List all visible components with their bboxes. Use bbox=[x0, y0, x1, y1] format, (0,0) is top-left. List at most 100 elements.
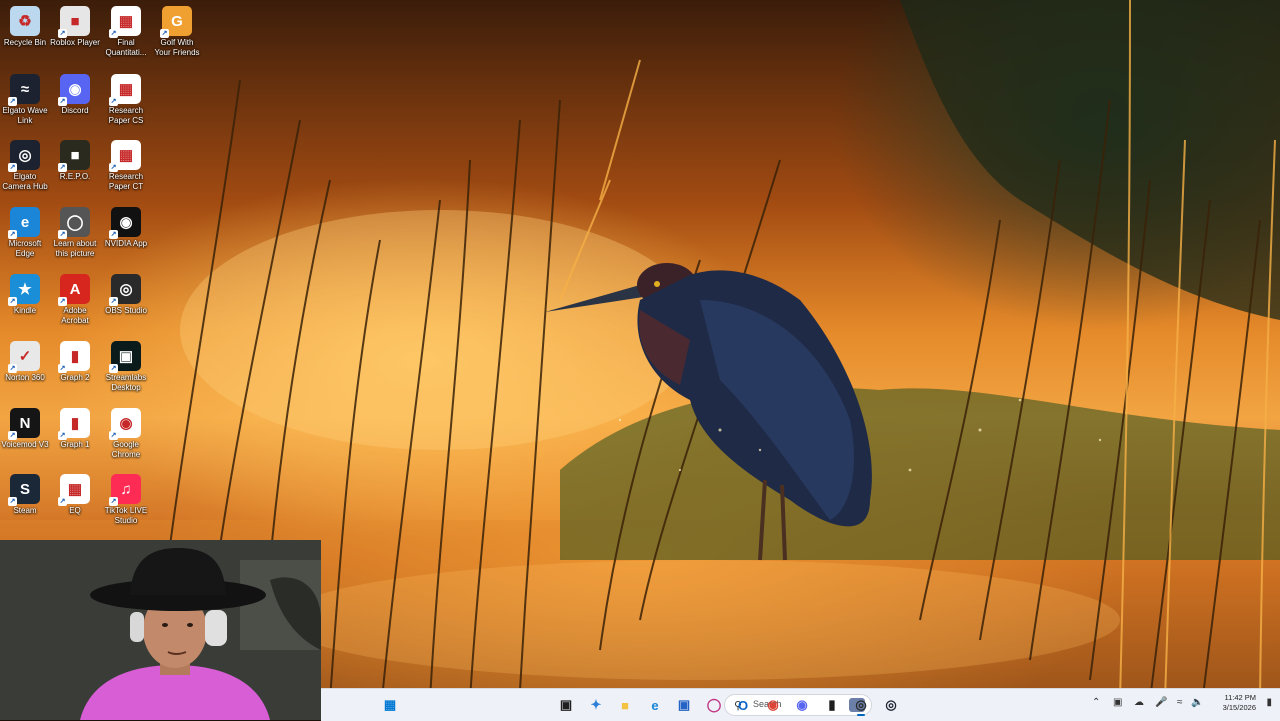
shortcut-arrow-icon: ↗ bbox=[109, 230, 118, 239]
desktop-icon-label: Learn about this picture bbox=[53, 239, 97, 258]
obs-button[interactable]: ◎ bbox=[849, 693, 873, 717]
task-view-button[interactable]: ▣ bbox=[554, 693, 578, 717]
shortcut-arrow-icon: ↗ bbox=[8, 297, 17, 306]
desktop-icon-item[interactable]: e ↗ Microsoft Edge bbox=[0, 203, 50, 259]
store-button[interactable]: ▣ bbox=[672, 693, 696, 717]
desktop-icon-label: Google Chrome bbox=[111, 440, 141, 459]
desktop-icon-item[interactable]: ▦ ↗ EQ bbox=[50, 470, 100, 516]
shortcut-arrow-icon: ↗ bbox=[109, 431, 118, 440]
webcam-overlay bbox=[0, 540, 321, 720]
desktop-icon-label: Graph 1 bbox=[60, 440, 90, 449]
shortcut-arrow-icon: ↗ bbox=[8, 431, 17, 440]
desktop-icon-item[interactable]: ◯ ↗ Learn about this picture bbox=[50, 203, 100, 259]
camera-hub-icon: ◎ ↗ bbox=[8, 140, 40, 172]
folder-icon: ■ bbox=[621, 697, 629, 713]
steam-icon: S ↗ bbox=[8, 474, 40, 506]
desktop-icon-item[interactable]: ▦ ↗ Research Paper CS bbox=[101, 70, 151, 126]
desktop-icon-item[interactable]: ♫ ↗ TikTok LIVE Studio bbox=[101, 470, 151, 526]
terminal-button[interactable]: ▮ bbox=[820, 693, 844, 717]
desktop-icon-label: Graph 2 bbox=[60, 373, 90, 382]
camera-hub-button[interactable]: ◎ bbox=[879, 693, 903, 717]
desktop-icon-label: OBS Studio bbox=[105, 306, 147, 315]
desktop-icon-item[interactable]: ★ ↗ Kindle bbox=[0, 270, 50, 316]
desktop-icon-item[interactable]: ▦ ↗ Research Paper CT bbox=[101, 136, 151, 192]
chrome-button[interactable]: ◉ bbox=[761, 693, 785, 717]
pdf-document-icon: ▦ ↗ bbox=[109, 140, 141, 172]
instagram-button[interactable]: ◯ bbox=[702, 693, 726, 717]
desktop-icon-item[interactable]: ▣ ↗ Streamlabs Desktop bbox=[101, 337, 151, 393]
discord-icon: ◉ bbox=[796, 697, 808, 712]
learn-picture-icon: ◯ ↗ bbox=[58, 207, 90, 239]
desktop-icon-item[interactable]: ◉ ↗ Google Chrome bbox=[101, 404, 151, 460]
desktop-icon-item[interactable]: ▦ ↗ Final Quantitati... bbox=[101, 2, 151, 58]
desktop-icon-item[interactable]: ■ ↗ Roblox Player bbox=[50, 2, 100, 48]
shortcut-arrow-icon: ↗ bbox=[8, 497, 17, 506]
desktop-icon-item[interactable]: ▮ ↗ Graph 2 bbox=[50, 337, 100, 383]
start-button[interactable]: ▦ bbox=[378, 693, 402, 717]
desktop-icon-item[interactable]: ◉ ↗ Discord bbox=[50, 70, 100, 116]
desktop-icon-item[interactable]: ■ ↗ R.E.P.O. bbox=[50, 136, 100, 182]
desktop-icon-label: Kindle bbox=[13, 306, 37, 315]
taskbar-clock[interactable]: 11:42 PM 3/15/2026 bbox=[1223, 693, 1256, 713]
chevron-up-icon[interactable]: ⌃ bbox=[1092, 697, 1100, 708]
streamer-webcam-feed bbox=[0, 540, 321, 720]
desktop-icon-item[interactable]: ✓ ↗ Norton 360 bbox=[0, 337, 50, 383]
cloud-icon[interactable]: ☁ bbox=[1134, 697, 1144, 708]
desktop-icon-item[interactable]: ≈ ↗ Elgato Wave Link bbox=[0, 70, 50, 126]
desktop-icon-label: Final Quantitati... bbox=[105, 38, 147, 57]
desktop-icon-item[interactable]: A ↗ Adobe Acrobat bbox=[50, 270, 100, 326]
tray-app-icon[interactable]: ▣ bbox=[1113, 697, 1122, 708]
obs-icon: ◎ bbox=[855, 697, 867, 712]
edge-button[interactable]: e bbox=[643, 693, 667, 717]
edge-icon: e bbox=[651, 697, 659, 713]
file-explorer-button[interactable]: ■ bbox=[613, 693, 637, 717]
discord-button[interactable]: ◉ bbox=[790, 693, 814, 717]
desktop-icon-label: Research Paper CT bbox=[108, 172, 144, 191]
shortcut-arrow-icon: ↗ bbox=[109, 29, 118, 38]
voicemod-icon: N ↗ bbox=[8, 408, 40, 440]
streamlabs-icon: ▣ ↗ bbox=[109, 341, 141, 373]
shortcut-arrow-icon: ↗ bbox=[58, 163, 67, 172]
shortcut-arrow-icon: ↗ bbox=[160, 29, 169, 38]
volume-icon[interactable]: 🔈 bbox=[1191, 697, 1203, 708]
desktop-icon-item[interactable]: N ↗ Voicemod V3 bbox=[0, 404, 50, 450]
clock-time: 11:42 PM bbox=[1224, 693, 1256, 702]
desktop-icon-item[interactable]: ▮ ↗ Graph 1 bbox=[50, 404, 100, 450]
desktop-icon-item[interactable]: ◉ ↗ NVIDIA App bbox=[101, 203, 151, 249]
desktop-icon-item[interactable]: S ↗ Steam bbox=[0, 470, 50, 516]
microphone-icon[interactable]: 🎤 bbox=[1155, 697, 1167, 708]
desktop-icon-label: TikTok LIVE Studio bbox=[104, 506, 148, 525]
wifi-icon[interactable]: ≈ bbox=[1177, 697, 1183, 708]
desktop-icon-item[interactable]: ♻ Recycle Bin bbox=[0, 2, 50, 48]
edge-icon: e ↗ bbox=[8, 207, 40, 239]
camera-hub-icon: ◎ bbox=[885, 697, 897, 712]
obs-icon: ◎ ↗ bbox=[109, 274, 141, 306]
active-app-indicator bbox=[857, 714, 865, 716]
outlook-button[interactable]: O bbox=[731, 693, 755, 717]
desktop-icon-label: Streamlabs Desktop bbox=[105, 373, 147, 392]
desktop-icon-label: Discord bbox=[61, 106, 89, 115]
repo-game-icon: ■ ↗ bbox=[58, 140, 90, 172]
notification-bell-icon[interactable]: ▮ bbox=[1266, 697, 1272, 708]
desktop-icon-label: NVIDIA App bbox=[104, 239, 148, 248]
nvidia-icon: ◉ ↗ bbox=[109, 207, 141, 239]
windows-start-icon: ▦ bbox=[383, 697, 397, 712]
graph-file-icon: ▮ ↗ bbox=[58, 341, 90, 373]
shortcut-arrow-icon: ↗ bbox=[8, 97, 17, 106]
shortcut-arrow-icon: ↗ bbox=[58, 297, 67, 306]
recycle-bin-icon: ♻ bbox=[10, 6, 40, 36]
desktop-icon-label: Norton 360 bbox=[5, 373, 45, 382]
shortcut-arrow-icon: ↗ bbox=[109, 97, 118, 106]
desktop-icon-item[interactable]: G ↗ Golf With Your Friends bbox=[152, 2, 202, 58]
chrome-icon: ◉ ↗ bbox=[109, 408, 141, 440]
desktop-icon-item[interactable]: ◎ ↗ Elgato Camera Hub bbox=[0, 136, 50, 192]
chrome-icon: ◉ bbox=[767, 697, 779, 712]
clock-date: 3/15/2026 bbox=[1222, 703, 1256, 712]
shortcut-arrow-icon: ↗ bbox=[58, 29, 67, 38]
shortcut-arrow-icon: ↗ bbox=[8, 364, 17, 373]
shortcut-arrow-icon: ↗ bbox=[58, 230, 67, 239]
copilot-button[interactable]: ✦ bbox=[584, 693, 608, 717]
store-icon: ▣ bbox=[677, 697, 691, 712]
desktop-icon-item[interactable]: ◎ ↗ OBS Studio bbox=[101, 270, 151, 316]
task-view-icon: ▣ bbox=[559, 697, 573, 712]
